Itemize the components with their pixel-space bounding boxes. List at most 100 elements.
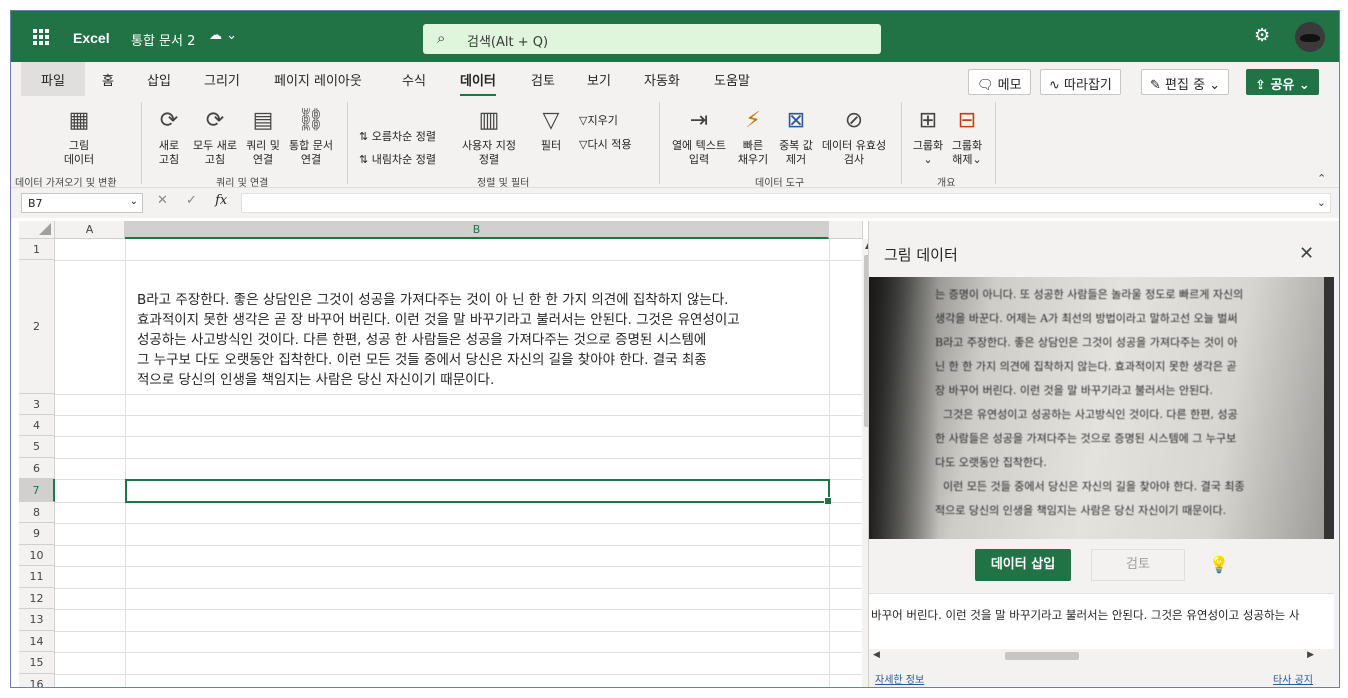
insert-function-icon[interactable]: fx bbox=[215, 193, 227, 208]
cell-b2[interactable]: B라고 주장한다. 좋은 상담인은 그것이 성공을 가져다주는 것이 아 닌 한… bbox=[137, 290, 837, 390]
row-header-2[interactable]: 2 bbox=[19, 260, 55, 394]
confirm-icon[interactable]: ✓ bbox=[186, 193, 197, 208]
name-box[interactable]: B7 ⌄ bbox=[21, 193, 143, 213]
photo-edge bbox=[1324, 277, 1334, 539]
row-header-6[interactable]: 6 bbox=[19, 458, 55, 479]
sort-ascending-button[interactable]: ⇅ 오름차순 정렬 bbox=[359, 128, 436, 144]
chevron-down-icon[interactable]: ⌄ bbox=[130, 196, 138, 207]
comment-icon: 🗨 bbox=[977, 78, 994, 93]
doc-status[interactable]: ☁ ⌄ bbox=[209, 28, 237, 43]
workbook-links-button[interactable]: ⛓ 통합 문서 연결 bbox=[285, 106, 337, 167]
queries-connections-button[interactable]: ▤ 쿼리 및 연결 bbox=[241, 106, 285, 167]
ribbon-tabs: 파일 홈 삽입 그리기 페이지 레이아웃 수식 데이터 검토 보기 자동화 도움… bbox=[11, 62, 1339, 97]
preview-horizontal-scrollbar[interactable]: ◀ ▶ bbox=[869, 649, 1334, 663]
data-validation-icon: ⊘ bbox=[844, 108, 864, 133]
row-header-10[interactable]: 10 bbox=[19, 545, 55, 566]
search-placeholder: 검색(Alt + Q) bbox=[467, 35, 549, 50]
tab-data[interactable]: 데이터 bbox=[460, 70, 496, 97]
row-header-3[interactable]: 3 bbox=[19, 394, 55, 415]
filter-button[interactable]: ▽ 필터 bbox=[533, 106, 569, 153]
group-button[interactable]: ⊞ 그룹화 ⌄ bbox=[909, 106, 947, 167]
scrollbar-thumb[interactable] bbox=[1005, 652, 1079, 660]
share-button[interactable]: ⇪ 공유 ⌄ bbox=[1246, 69, 1319, 95]
row-header-8[interactable]: 8 bbox=[19, 502, 55, 523]
group-label-queries: 쿼리 및 연결 bbox=[216, 178, 269, 189]
row-header-16[interactable]: 16 bbox=[19, 674, 55, 687]
tab-insert[interactable]: 삽입 bbox=[147, 70, 171, 89]
formula-input[interactable]: ⌄ bbox=[241, 193, 1331, 213]
share-icon: ⇪ bbox=[1255, 78, 1266, 93]
close-icon[interactable]: ✕ bbox=[1299, 243, 1314, 264]
text-preview-box[interactable]: 바꾸어 버린다. 이런 것을 말 바꾸기라고 불러서는 안된다. 그것은 유연성… bbox=[869, 593, 1334, 663]
clear-filter-button[interactable]: ▽지우기 bbox=[579, 112, 618, 128]
collapse-ribbon-icon[interactable]: ⌃ bbox=[1317, 172, 1326, 185]
tab-review[interactable]: 검토 bbox=[531, 70, 555, 89]
captured-photo: 는 증명이 아니다. 또 성공한 사람들은 놀라울 정도로 빠르게 자신의 생각… bbox=[869, 277, 1334, 539]
gear-icon[interactable]: ⚙ bbox=[1254, 25, 1270, 46]
lightbulb-icon[interactable]: 💡 bbox=[1209, 555, 1229, 574]
custom-sort-button[interactable]: ▥ 사용자 지정 정렬 bbox=[457, 106, 521, 167]
gridline bbox=[55, 566, 863, 567]
row-header-9[interactable]: 9 bbox=[19, 523, 55, 545]
formula-buttons: ✕ ✓ fx bbox=[157, 193, 241, 208]
avatar[interactable] bbox=[1295, 22, 1325, 52]
gridline bbox=[55, 458, 863, 459]
tab-draw[interactable]: 그리기 bbox=[204, 70, 240, 89]
scroll-left-icon[interactable]: ◀ bbox=[873, 650, 880, 660]
preview-vertical-scrollbar[interactable] bbox=[1320, 598, 1330, 648]
photo-shadow bbox=[869, 277, 939, 539]
column-header-b[interactable]: B bbox=[125, 221, 829, 239]
group-separator bbox=[141, 102, 142, 184]
gridline bbox=[55, 415, 863, 416]
tab-help[interactable]: 도움말 bbox=[714, 70, 750, 89]
review-button[interactable]: 검토 bbox=[1091, 549, 1185, 581]
sort-descending-button[interactable]: ⇅ 내림차순 정렬 bbox=[359, 151, 436, 167]
comments-button[interactable]: 🗨 메모 bbox=[968, 69, 1031, 95]
tab-automate[interactable]: 자동화 bbox=[644, 70, 680, 89]
row-header-11[interactable]: 11 bbox=[19, 566, 55, 588]
flash-fill-button[interactable]: ⚡ 빠른 채우기 bbox=[731, 106, 775, 167]
ungroup-button[interactable]: ⊟ 그룹화 해제⌄ bbox=[947, 106, 987, 167]
tab-file[interactable]: 파일 bbox=[21, 62, 85, 96]
text-to-columns-button[interactable]: ⇥ 열에 텍스트 입력 bbox=[667, 106, 731, 167]
row-header-14[interactable]: 14 bbox=[19, 631, 55, 652]
worksheet-grid[interactable]: A B 1 2 3 4 5 6 7 8 9 10 11 12 13 14 15 … bbox=[19, 221, 869, 687]
gridline bbox=[125, 239, 126, 687]
select-all-button[interactable] bbox=[19, 221, 55, 239]
tab-formulas[interactable]: 수식 bbox=[402, 70, 426, 89]
column-header-a[interactable]: A bbox=[55, 221, 125, 239]
reapply-filter-button[interactable]: ▽다시 적용 bbox=[579, 136, 631, 152]
ribbon-data: ▦ 그림 데이터 데이터 가져오기 및 변환 ⟳ 새로 고침 ⟳ 모두 새로 고… bbox=[11, 96, 1339, 189]
tab-view[interactable]: 보기 bbox=[587, 70, 611, 89]
tab-page-layout[interactable]: 페이지 레이아웃 bbox=[274, 70, 362, 89]
refresh-all-button[interactable]: ⟳ 모두 새로 고침 bbox=[189, 106, 241, 167]
sort-desc-icon: ⇅ bbox=[359, 153, 369, 166]
remove-duplicates-button[interactable]: ⊠ 중복 값 제거 bbox=[775, 106, 817, 167]
group-separator bbox=[659, 102, 660, 184]
row-header-5[interactable]: 5 bbox=[19, 436, 55, 458]
row-header-12[interactable]: 12 bbox=[19, 588, 55, 609]
refresh-button[interactable]: ⟳ 새로 고침 bbox=[151, 106, 187, 167]
row-header-4[interactable]: 4 bbox=[19, 415, 55, 436]
picture-data-button[interactable]: ▦ 그림 데이터 bbox=[57, 106, 101, 167]
selected-cell-b7[interactable] bbox=[125, 479, 832, 505]
row-header-15[interactable]: 15 bbox=[19, 652, 55, 674]
insert-data-button[interactable]: 데이터 삽입 bbox=[975, 549, 1071, 581]
scroll-right-icon[interactable]: ▶ bbox=[1307, 650, 1314, 660]
editing-mode-button[interactable]: ✎ 편집 중 ⌄ bbox=[1141, 69, 1230, 95]
learn-more-link[interactable]: 자세한 정보 bbox=[875, 671, 924, 686]
search-box[interactable]: ⌕ 검색(Alt + Q) bbox=[423, 24, 881, 54]
data-validation-button[interactable]: ⊘ 데이터 유효성 검사 bbox=[817, 106, 891, 167]
row-header-7[interactable]: 7 bbox=[19, 479, 55, 502]
row-header-1[interactable]: 1 bbox=[19, 239, 55, 260]
third-party-notice-link[interactable]: 타사 공지 bbox=[1273, 671, 1313, 686]
document-title[interactable]: 통합 문서 2 bbox=[131, 30, 195, 49]
expand-formula-icon[interactable]: ⌄ bbox=[1317, 196, 1326, 209]
catch-up-button[interactable]: ∿ 따라잡기 bbox=[1040, 69, 1121, 95]
cancel-icon[interactable]: ✕ bbox=[157, 193, 168, 208]
row-header-13[interactable]: 13 bbox=[19, 609, 55, 631]
column-header-c[interactable] bbox=[829, 221, 863, 239]
app-name[interactable]: Excel bbox=[73, 30, 110, 46]
app-launcher-icon[interactable] bbox=[33, 29, 49, 45]
tab-home[interactable]: 홈 bbox=[102, 70, 114, 89]
